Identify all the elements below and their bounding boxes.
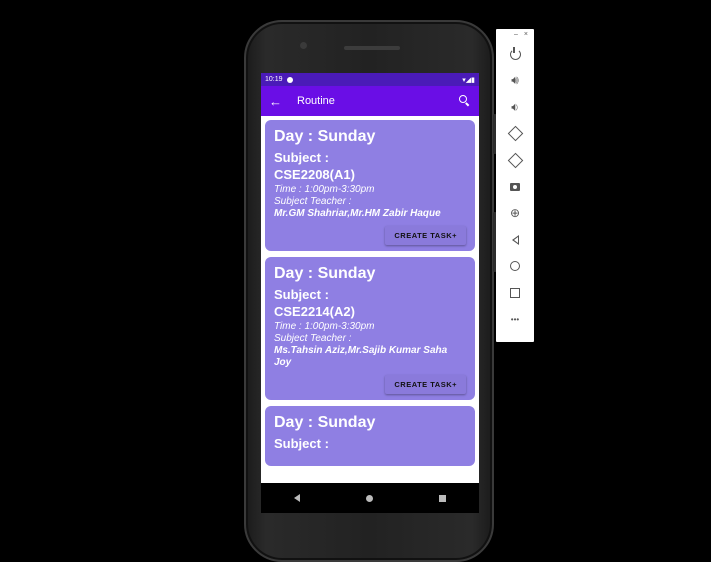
more-button[interactable]: ••• xyxy=(496,306,534,333)
routine-list[interactable]: Day : Sunday Subject : CSE2208(A1) Time … xyxy=(261,116,479,466)
volume-down-icon: 🔉︎ xyxy=(511,99,519,114)
rotate-left-button[interactable] xyxy=(496,121,534,148)
card-time: Time : 1:00pm-3:30pm xyxy=(274,184,375,195)
card-teacher-label: Subject Teacher : xyxy=(274,196,352,207)
card-teachers: Mr.GM Shahriar,Mr.HM Zabir Haque xyxy=(274,208,441,219)
search-icon[interactable] xyxy=(459,95,471,107)
overview-button[interactable] xyxy=(496,280,534,307)
routine-card: Day : Sunday Subject : CSE2208(A1) Time … xyxy=(265,120,475,251)
emulator-toolbar: – × 🔊︎ 🔉︎ ⊕ ••• xyxy=(496,29,534,342)
card-teachers: Ms.Tahsin Aziz,Mr.Sajib Kumar Saha Joy xyxy=(274,345,448,368)
create-task-button[interactable]: CREATE TASK+ xyxy=(385,226,466,245)
card-day: Day : Sunday xyxy=(274,265,376,282)
minimize-icon[interactable]: – xyxy=(514,31,518,41)
card-subject: CSE2208(A1) xyxy=(274,167,355,182)
android-nav-bar xyxy=(261,483,479,513)
notification-icon xyxy=(286,76,293,83)
camera-icon xyxy=(510,182,520,191)
back-icon xyxy=(511,234,519,245)
card-subject-label: Subject : xyxy=(274,436,329,451)
routine-card: Day : Sunday Subject : CSE2214(A2) Time … xyxy=(265,257,475,400)
rotate-right-button[interactable] xyxy=(496,147,534,174)
status-time: 10:19 xyxy=(265,76,283,83)
app-bar: ← Routine xyxy=(261,86,479,116)
status-bar: 10:19 ▾◢▮ xyxy=(261,73,479,86)
nav-back-icon[interactable] xyxy=(294,494,300,502)
nav-recents-icon[interactable] xyxy=(439,494,446,502)
zoom-button[interactable]: ⊕ xyxy=(496,200,534,227)
back-button[interactable] xyxy=(496,227,534,254)
volume-up-button[interactable]: 🔊︎ xyxy=(496,68,534,95)
card-time: Time : 1:00pm-3:30pm xyxy=(274,321,375,332)
card-subject-label: Subject : xyxy=(274,287,329,302)
status-icons: ▾◢▮ xyxy=(462,76,475,84)
routine-card: Day : Sunday Subject : xyxy=(265,406,475,466)
power-button[interactable] xyxy=(496,41,534,68)
card-teacher-label: Subject Teacher : xyxy=(274,333,352,344)
card-subject: CSE2214(A2) xyxy=(274,304,355,319)
home-button[interactable] xyxy=(496,253,534,280)
overview-icon xyxy=(510,287,520,298)
card-day: Day : Sunday xyxy=(274,128,376,145)
rotate-left-icon xyxy=(507,125,523,142)
phone-frame: 10:19 ▾◢▮ ← Routine Day : Sunday Subject… xyxy=(244,20,497,562)
card-subject-label: Subject : xyxy=(274,150,329,165)
close-icon[interactable]: × xyxy=(524,31,528,41)
rotate-right-icon xyxy=(507,152,523,169)
nav-home-icon[interactable] xyxy=(366,494,373,502)
create-task-button[interactable]: CREATE TASK+ xyxy=(385,375,466,394)
zoom-icon: ⊕ xyxy=(509,206,521,221)
power-icon xyxy=(509,46,521,60)
back-arrow-icon[interactable]: ← xyxy=(269,94,287,109)
volume-up-icon: 🔊︎ xyxy=(511,73,519,88)
front-camera xyxy=(300,42,307,49)
more-icon: ••• xyxy=(510,314,520,324)
page-title: Routine xyxy=(297,95,335,107)
volume-down-button[interactable]: 🔉︎ xyxy=(496,94,534,121)
home-icon xyxy=(510,261,520,272)
phone-screen: 10:19 ▾◢▮ ← Routine Day : Sunday Subject… xyxy=(261,73,479,513)
earpiece xyxy=(344,46,400,50)
screenshot-button[interactable] xyxy=(496,174,534,201)
card-day: Day : Sunday xyxy=(274,414,376,431)
